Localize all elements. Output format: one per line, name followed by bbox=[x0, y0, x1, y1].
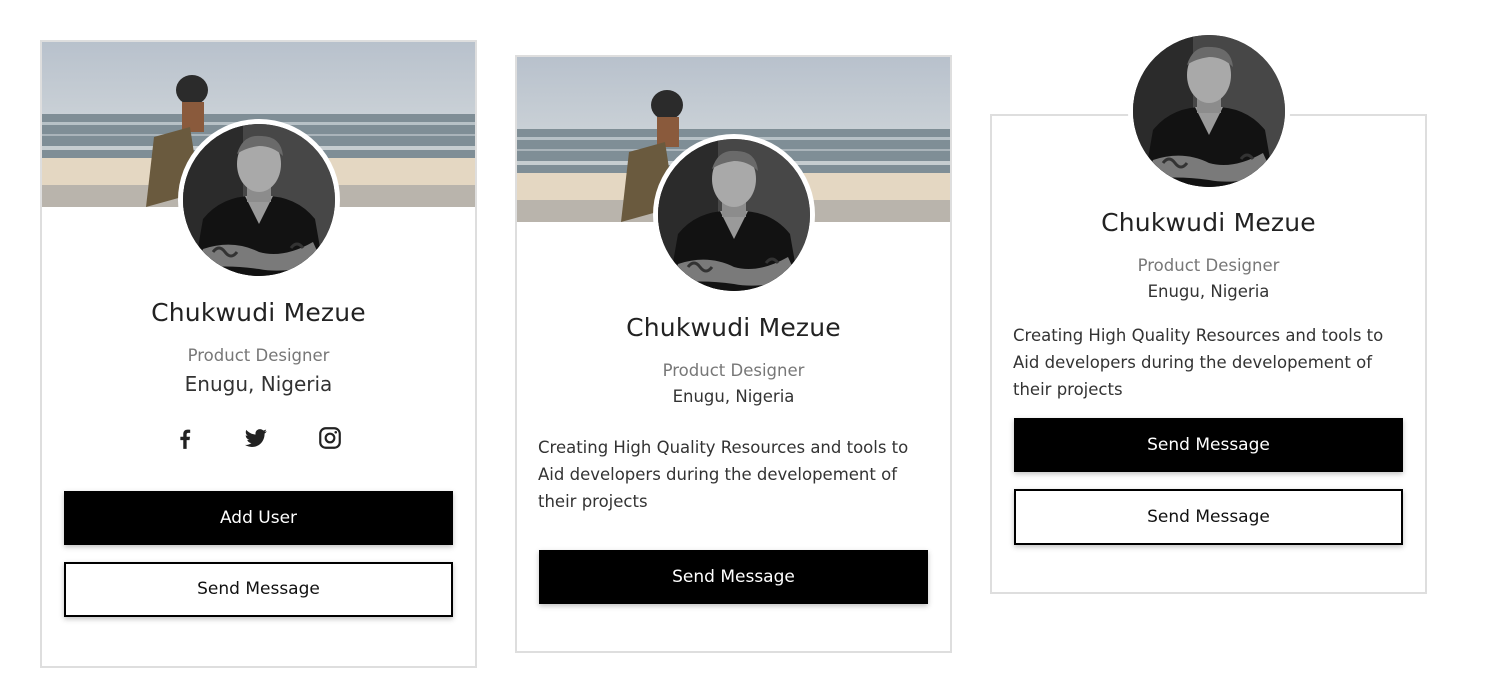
twitter-icon[interactable] bbox=[243, 425, 269, 451]
profile-location: Enugu, Nigeria bbox=[184, 372, 333, 396]
profile-description: Creating High Quality Resources and tool… bbox=[538, 438, 909, 511]
profile-location: Enugu, Nigeria bbox=[672, 387, 795, 406]
send-message-button[interactable]: Send Message bbox=[64, 562, 453, 617]
profile-name: Chukwudi Mezue bbox=[626, 313, 841, 342]
profile-name: Chukwudi Mezue bbox=[1101, 208, 1316, 237]
facebook-icon[interactable] bbox=[172, 425, 198, 451]
profile-name: Chukwudi Mezue bbox=[151, 298, 366, 327]
profile-location: Enugu, Nigeria bbox=[1147, 282, 1270, 301]
add-user-button[interactable]: Add User bbox=[64, 491, 453, 545]
profile-role: Product Designer bbox=[187, 346, 330, 365]
profile-role: Product Designer bbox=[1137, 256, 1280, 275]
send-message-button[interactable]: Send Message bbox=[1014, 418, 1403, 472]
avatar bbox=[178, 119, 340, 281]
profile-card-1: Chukwudi Mezue Product Designer Enugu, N… bbox=[40, 40, 477, 668]
send-message-secondary-button[interactable]: Send Message bbox=[1014, 489, 1403, 545]
send-message-button[interactable]: Send Message bbox=[539, 550, 928, 604]
avatar bbox=[653, 134, 815, 296]
profile-card-2: Chukwudi Mezue Product Designer Enugu, N… bbox=[515, 55, 952, 653]
profile-role: Product Designer bbox=[662, 361, 805, 380]
instagram-icon[interactable] bbox=[317, 425, 343, 451]
avatar bbox=[1128, 30, 1290, 192]
profile-description: Creating High Quality Resources and tool… bbox=[1013, 326, 1384, 399]
